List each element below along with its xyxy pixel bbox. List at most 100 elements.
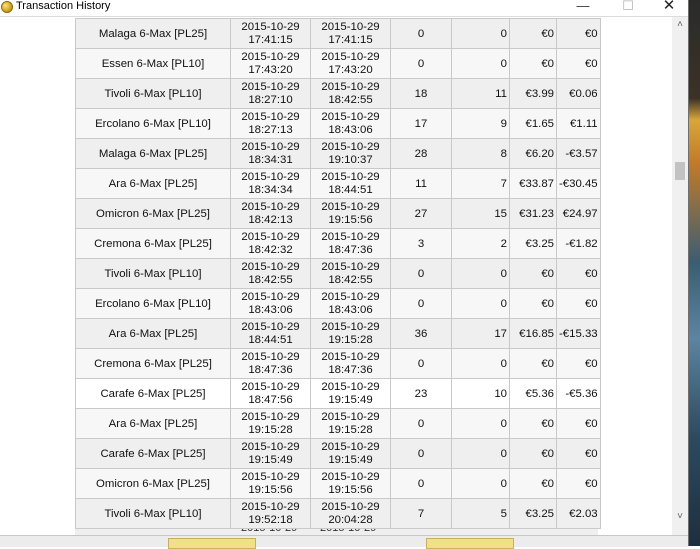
cell-end-time-text: 2015-10-29	[321, 110, 380, 123]
cell-end-time-text: 19:10:37	[328, 153, 373, 166]
table-row[interactable]: Ara 6-Max [PL25] 2015-10-29 19:15:28 2015-1…	[75, 408, 601, 439]
table-row[interactable]: Tivoli 6-Max [PL10] 2015-10-29 18:42:55 201…	[75, 258, 601, 289]
cell-result: €24.97	[556, 198, 601, 229]
table-row[interactable]: Carafe 6-Max [PL25] 2015-10-29 19:15:49 201…	[75, 438, 601, 469]
close-button[interactable]: ✕	[650, 0, 688, 14]
cell-result: €0	[556, 408, 601, 439]
cell-amount: €0	[509, 18, 557, 49]
table-row[interactable]: Ercolano 6-Max [PL10] 2015-10-29 18:43:06 2…	[75, 288, 601, 319]
vertical-scrollbar[interactable]: ˄ ˅	[672, 17, 688, 535]
cell-amount-text: €0	[541, 57, 554, 70]
cell-start-time: 2015-10-29 19:15:49	[230, 438, 311, 469]
cell-start-time-text: 2015-10-29	[241, 500, 300, 513]
table-row[interactable]: Ara 6-Max [PL25] 2015-10-29 18:44:51 2015-1…	[75, 318, 601, 349]
cell-start-time-text: 2015-10-29	[241, 80, 300, 93]
cell-table-name-text: Cremona 6-Max [PL25]	[94, 357, 212, 370]
cell-end-time: 2015-10-29 19:15:56	[310, 198, 391, 229]
cell-amount: €0	[509, 48, 557, 79]
scrollbar-thumb[interactable]	[675, 162, 685, 180]
table-row[interactable]: Malaga 6-Max [PL25] 2015-10-29 18:34:31 201…	[75, 138, 601, 169]
cell-start-time: 2015-10-29 19:15:28	[230, 408, 311, 439]
cell-count: 8	[451, 138, 510, 169]
cell-table-name-text: Essen 6-Max [PL10]	[101, 57, 205, 70]
cell-start-time-text: 18:47:36	[248, 363, 293, 376]
table-row[interactable]: Tivoli 6-Max [PL10] 2015-10-29 19:52:18 201…	[75, 498, 601, 529]
cell-result-text: -€3.57	[565, 147, 598, 160]
cell-table-name-text: Ercolano 6-Max [PL10]	[95, 297, 211, 310]
cell-result-text: -€1.82	[565, 237, 598, 250]
cell-hands: 0	[390, 348, 452, 379]
table-row[interactable]: Cremona 6-Max [PL25] 2015-10-29 18:42:32 20…	[75, 228, 601, 259]
cell-table-name-text: Omicron 6-Max [PL25]	[96, 477, 210, 490]
cell-count: 15	[451, 198, 510, 229]
cell-end-time-text: 2015-10-29	[321, 320, 380, 333]
cell-end-time-text: 18:42:55	[328, 93, 373, 106]
cell-result: €0.06	[556, 78, 601, 109]
cell-table-name: Ara 6-Max [PL25]	[75, 408, 231, 439]
cell-start-time-text: 18:27:13	[248, 123, 293, 136]
cell-hands: 23	[390, 378, 452, 409]
cell-count: 7	[451, 168, 510, 199]
cell-start-time-text: 2015-10-29	[241, 110, 300, 123]
table-row[interactable]: Essen 6-Max [PL10] 2015-10-29 17:43:20 2015…	[75, 48, 601, 79]
title-bar[interactable]: Transaction History — ☐ ✕	[0, 0, 688, 17]
cell-count-text: 11	[495, 87, 507, 100]
chevron-down-icon[interactable]: ˅	[672, 509, 688, 525]
cell-start-partial: 2015-10-29	[241, 528, 298, 534]
table-row-partial[interactable]: 2015-10-29 2015-10-29	[75, 528, 598, 535]
table-row[interactable]: Carafe 6-Max [PL25] 2015-10-29 18:47:56 201…	[75, 378, 601, 409]
cell-end-time-text: 2015-10-29	[321, 260, 380, 273]
cell-table-name: Malaga 6-Max [PL25]	[75, 138, 231, 169]
table-row[interactable]: Ara 6-Max [PL25] 2015-10-29 18:34:34 2015-1…	[75, 168, 601, 199]
transaction-list[interactable]: Malaga 6-Max [PL25] 2015-10-29 17:41:15 201…	[0, 17, 672, 535]
cell-table-name: Essen 6-Max [PL10]	[75, 48, 231, 79]
cell-hands-text: 23	[414, 387, 428, 400]
table-row[interactable]: Tivoli 6-Max [PL10] 2015-10-29 18:27:10 201…	[75, 78, 601, 109]
cell-result: €0	[556, 468, 601, 499]
cell-end-time: 2015-10-29 19:15:49	[310, 438, 391, 469]
cell-result-text: €0	[584, 447, 598, 460]
cell-count-text: 0	[500, 57, 507, 70]
maximize-button[interactable]: ☐	[609, 0, 647, 14]
table-row[interactable]: Ercolano 6-Max [PL10] 2015-10-29 18:27:13 2…	[75, 108, 601, 139]
cell-table-name: Tivoli 6-Max [PL10]	[75, 258, 231, 289]
cell-result-text: €0	[584, 477, 598, 490]
cell-start-time-text: 19:15:28	[248, 423, 293, 436]
cell-end-time-text: 17:43:20	[328, 63, 373, 76]
table-row[interactable]: Malaga 6-Max [PL25] 2015-10-29 17:41:15 201…	[75, 18, 601, 49]
cell-end-time-text: 19:15:28	[328, 423, 373, 436]
cell-table-name: Tivoli 6-Max [PL10]	[75, 498, 231, 529]
cell-hands-text: 0	[417, 297, 425, 310]
cell-amount: €3.25	[509, 498, 557, 529]
cell-table-name-text: Tivoli 6-Max [PL10]	[104, 507, 202, 520]
table-row[interactable]: Omicron 6-Max [PL25] 2015-10-29 19:15:56 20…	[75, 468, 601, 499]
minimize-button[interactable]: —	[564, 0, 602, 14]
cell-hands: 11	[390, 168, 452, 199]
bottom-button-left[interactable]	[168, 538, 256, 549]
cell-start-time-text: 2015-10-29	[241, 200, 300, 213]
cell-end-time-text: 18:42:55	[328, 273, 373, 286]
cell-end-time-text: 19:15:56	[328, 483, 373, 496]
transaction-table: Malaga 6-Max [PL25] 2015-10-29 17:41:15 201…	[75, 18, 601, 529]
bottom-button-right[interactable]	[426, 538, 514, 549]
cell-amount-text: €16.85	[519, 327, 554, 340]
cell-start-time-text: 2015-10-29	[241, 230, 300, 243]
cell-table-name-text: Ercolano 6-Max [PL10]	[95, 117, 211, 130]
cell-end-time-text: 2015-10-29	[321, 410, 380, 423]
cell-end-time: 2015-10-29 17:41:15	[310, 18, 391, 49]
cell-end-time: 2015-10-29 19:15:49	[310, 378, 391, 409]
cell-hands: 0	[390, 18, 452, 49]
cell-result-text: €1.11	[569, 117, 598, 130]
cell-amount-text: €33.87	[519, 177, 554, 190]
cell-amount: €33.87	[509, 168, 557, 199]
cell-end-time-text: 2015-10-29	[321, 440, 380, 453]
cell-end-time: 2015-10-29 18:42:55	[310, 258, 391, 289]
table-row[interactable]: Cremona 6-Max [PL25] 2015-10-29 18:47:36 20…	[75, 348, 601, 379]
cell-amount: €0	[509, 288, 557, 319]
cell-table-name: Carafe 6-Max [PL25]	[75, 438, 231, 469]
cell-count: 9	[451, 108, 510, 139]
cell-hands-text: 18	[414, 87, 428, 100]
table-row[interactable]: Omicron 6-Max [PL25] 2015-10-29 18:42:13 20…	[75, 198, 601, 229]
cell-start-time-text: 19:15:56	[248, 483, 293, 496]
chevron-up-icon[interactable]: ˄	[672, 17, 688, 33]
